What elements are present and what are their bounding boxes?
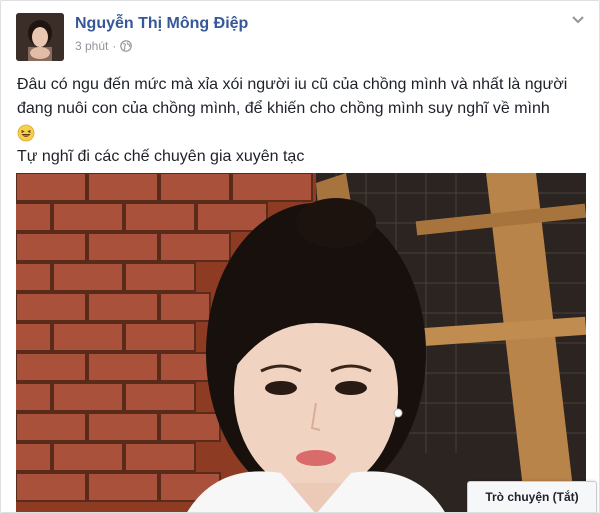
post-text-line1-content: Đâu có ngu đến mức mà xỉa xói người iu c…: [17, 76, 568, 117]
post-text-emoji-row: [17, 121, 585, 145]
post-meta: 3 phút ·: [75, 39, 133, 53]
photo-image: [16, 173, 586, 512]
post-timestamp[interactable]: 3 phút: [75, 39, 108, 53]
post-photo[interactable]: [16, 173, 586, 512]
author-name[interactable]: Nguyễn Thị Mông Điệp: [75, 15, 248, 33]
chevron-down-icon[interactable]: [571, 15, 585, 25]
laughing-emoji-icon: [17, 124, 35, 142]
post-text-line2: Tự nghĩ đi các chế chuyên gia xuyên tạc: [17, 148, 305, 165]
post-text-line1: Đâu có ngu đến mức mà xỉa xói người iu c…: [17, 73, 585, 121]
chat-tab[interactable]: Trò chuyện (Tắt): [467, 481, 597, 512]
avatar-image: [16, 13, 64, 61]
globe-icon[interactable]: [120, 40, 133, 52]
meta-separator: ·: [112, 39, 117, 53]
chat-tab-label: Trò chuyện (Tắt): [485, 490, 579, 504]
author-avatar[interactable]: [16, 13, 64, 61]
post-body: Đâu có ngu đến mức mà xỉa xói người iu c…: [17, 73, 585, 169]
post-card: Nguyễn Thị Mông Điệp 3 phút · Đâu có ngu…: [0, 0, 600, 513]
